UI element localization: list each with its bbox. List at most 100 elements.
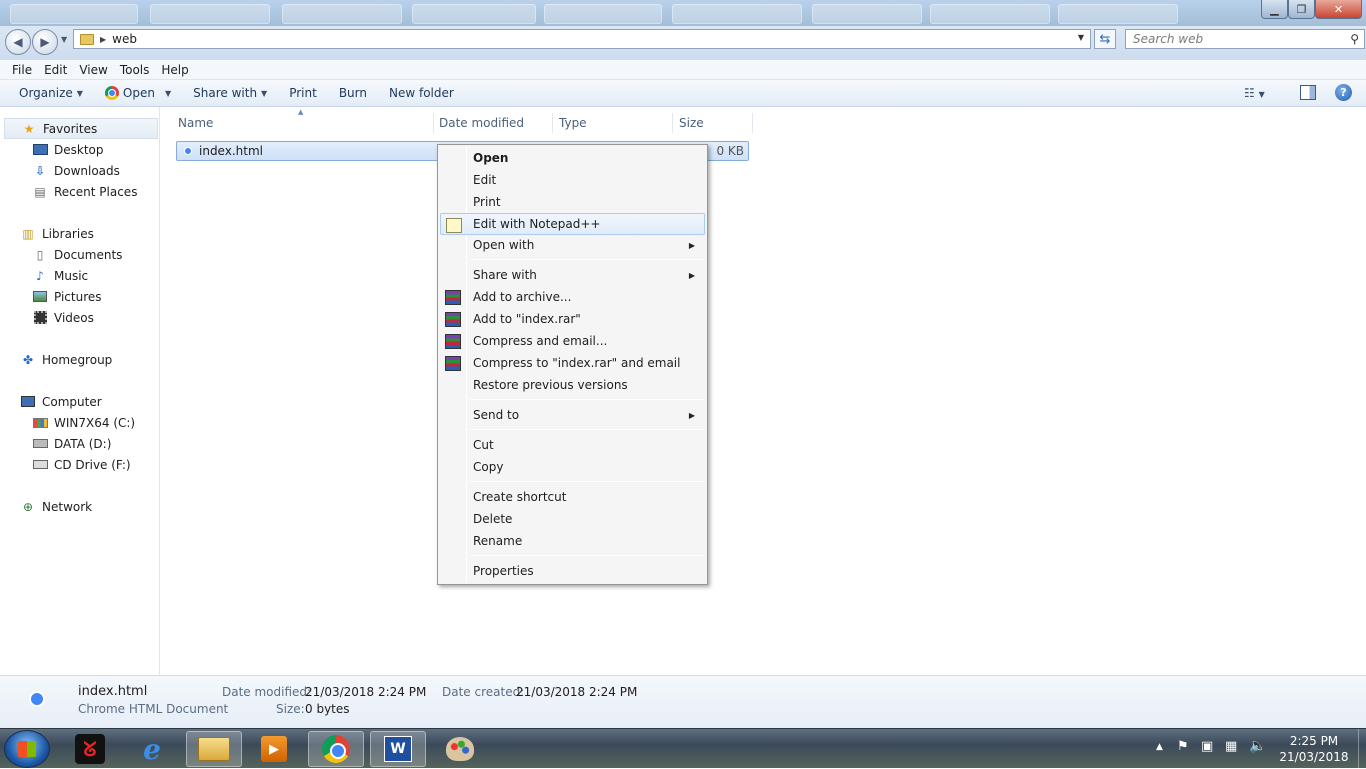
- nav-homegroup[interactable]: ✤ Homegroup: [0, 349, 158, 370]
- menu-item-share-with-label: Share with: [473, 268, 537, 282]
- nav-videos[interactable]: Videos: [0, 307, 158, 328]
- nav-favorites-label: Favorites: [43, 121, 98, 136]
- removable-device-icon[interactable]: ▣: [1201, 739, 1213, 754]
- start-button[interactable]: [4, 730, 50, 768]
- winrar-icon: [445, 312, 461, 327]
- taskbar-internet-explorer[interactable]: e: [124, 731, 180, 767]
- nav-downloads-label: Downloads: [54, 163, 120, 178]
- back-button[interactable]: ◀: [5, 29, 31, 55]
- breadcrumb-chevron-icon[interactable]: ▶: [100, 35, 106, 44]
- breadcrumb-web[interactable]: web: [112, 32, 137, 46]
- column-header-type[interactable]: Type: [553, 113, 673, 133]
- menu-item-add-rar[interactable]: Add to "index.rar": [440, 308, 705, 330]
- menu-item-compress-rar-email[interactable]: Compress to "index.rar" and email: [440, 352, 705, 374]
- open-button[interactable]: Open ▼: [104, 86, 172, 100]
- submenu-arrow-icon: ▶: [688, 410, 695, 420]
- share-with-button[interactable]: Share with ▼: [193, 86, 267, 100]
- taskbar-garena[interactable]: ᘜ: [62, 731, 118, 767]
- column-header-name[interactable]: Name: [170, 113, 434, 133]
- menu-item-send-to[interactable]: Send to ▶: [440, 404, 705, 426]
- menu-item-open-label: Open: [473, 151, 509, 165]
- file-list[interactable]: [160, 107, 1366, 675]
- show-hidden-icons-icon[interactable]: ▲: [1156, 742, 1163, 752]
- system-clock[interactable]: 2:25 PM 21/03/2018: [1276, 733, 1352, 765]
- menu-item-delete[interactable]: Delete: [440, 508, 705, 530]
- column-header-date-modified[interactable]: Date modified: [434, 113, 553, 133]
- menu-file[interactable]: File: [6, 63, 38, 77]
- menu-item-properties[interactable]: Properties: [440, 560, 705, 582]
- nav-downloads[interactable]: ⇩ Downloads: [0, 160, 158, 181]
- taskbar-media-player[interactable]: ▶: [246, 731, 302, 767]
- forward-button[interactable]: ▶: [32, 29, 58, 55]
- menu-item-restore[interactable]: Restore previous versions: [440, 374, 705, 396]
- taskbar-word[interactable]: W: [370, 731, 426, 767]
- maximize-button[interactable]: ❐: [1288, 0, 1315, 19]
- menu-view[interactable]: View: [73, 63, 113, 77]
- refresh-button[interactable]: ⇆: [1094, 29, 1116, 49]
- nav-music[interactable]: ♪ Music: [0, 265, 158, 286]
- print-label: Print: [289, 86, 317, 100]
- help-icon[interactable]: ?: [1335, 84, 1352, 101]
- menu-item-open[interactable]: Open: [440, 147, 705, 169]
- network-status-icon[interactable]: ▦: [1225, 739, 1237, 754]
- menu-item-create-shortcut-label: Create shortcut: [473, 490, 567, 504]
- window-titlebar: ▁ ❐ ✕: [0, 0, 1366, 26]
- menu-item-add-archive[interactable]: Add to archive...: [440, 286, 705, 308]
- close-button[interactable]: ✕: [1315, 0, 1362, 19]
- submenu-arrow-icon: ▶: [688, 240, 695, 250]
- menu-bar: File Edit View Tools Help: [0, 60, 1366, 80]
- taskbar-paint[interactable]: [432, 731, 488, 767]
- documents-icon: ▯: [36, 247, 44, 262]
- nav-recent-places[interactable]: ▤ Recent Places: [0, 181, 158, 202]
- show-desktop-button[interactable]: [1358, 729, 1366, 769]
- menu-help[interactable]: Help: [155, 63, 194, 77]
- cd-drive-icon: [32, 458, 48, 472]
- menu-item-compress-email[interactable]: Compress and email...: [440, 330, 705, 352]
- nav-documents[interactable]: ▯ Documents: [0, 244, 158, 265]
- print-button[interactable]: Print: [289, 86, 317, 100]
- word-icon: W: [384, 736, 412, 762]
- nav-desktop[interactable]: Desktop: [0, 139, 158, 160]
- details-filetype: Chrome HTML Document: [78, 702, 229, 716]
- paint-icon: [446, 737, 474, 761]
- address-dropdown-icon[interactable]: ▼: [1078, 33, 1084, 42]
- menu-item-open-with[interactable]: Open with ▶: [440, 234, 705, 256]
- menu-item-print[interactable]: Print: [440, 191, 705, 213]
- address-bar[interactable]: ▶ web ▼: [73, 29, 1091, 49]
- view-options-icon[interactable]: ☷ ▼: [1244, 86, 1265, 100]
- preview-pane-icon[interactable]: [1300, 85, 1316, 100]
- menu-item-cut[interactable]: Cut: [440, 434, 705, 456]
- organize-button[interactable]: Organize ▼: [19, 86, 83, 100]
- nav-drive-c[interactable]: WIN7X64 (C:): [0, 412, 158, 433]
- action-center-icon[interactable]: ⚑: [1177, 739, 1189, 754]
- recent-pages-dropdown[interactable]: ▼: [61, 35, 67, 44]
- minimize-button[interactable]: ▁: [1261, 0, 1288, 19]
- nav-favorites[interactable]: ★ Favorites: [4, 118, 158, 139]
- burn-button[interactable]: Burn: [339, 86, 367, 100]
- menu-edit[interactable]: Edit: [38, 63, 73, 77]
- background-tab: [1058, 4, 1178, 24]
- windows-logo-icon: [18, 741, 36, 757]
- column-header-size[interactable]: Size: [673, 113, 753, 133]
- search-input[interactable]: Search web ⚲: [1125, 29, 1365, 49]
- nav-drive-f[interactable]: CD Drive (F:): [0, 454, 158, 475]
- menu-item-edit-notepad[interactable]: Edit with Notepad++: [440, 213, 705, 235]
- menu-item-share-with[interactable]: Share with ▶: [440, 264, 705, 286]
- nav-network[interactable]: ⊕ Network: [0, 496, 158, 517]
- background-tab: [150, 4, 270, 24]
- menu-item-copy[interactable]: Copy: [440, 456, 705, 478]
- chevron-down-icon: ▼: [164, 88, 172, 98]
- menu-tools[interactable]: Tools: [114, 63, 156, 77]
- new-folder-button[interactable]: New folder: [389, 86, 454, 100]
- taskbar-chrome[interactable]: [308, 731, 364, 767]
- nav-drive-d[interactable]: DATA (D:): [0, 433, 158, 454]
- menu-item-edit[interactable]: Edit: [440, 169, 705, 191]
- taskbar-windows-explorer[interactable]: [186, 731, 242, 767]
- menu-item-create-shortcut[interactable]: Create shortcut: [440, 486, 705, 508]
- nav-libraries[interactable]: ▥ Libraries: [0, 223, 158, 244]
- search-icon[interactable]: ⚲: [1350, 32, 1359, 46]
- nav-pictures[interactable]: Pictures: [0, 286, 158, 307]
- volume-icon[interactable]: 🔈: [1249, 738, 1266, 754]
- menu-item-rename[interactable]: Rename: [440, 530, 705, 552]
- nav-computer[interactable]: Computer: [0, 391, 158, 412]
